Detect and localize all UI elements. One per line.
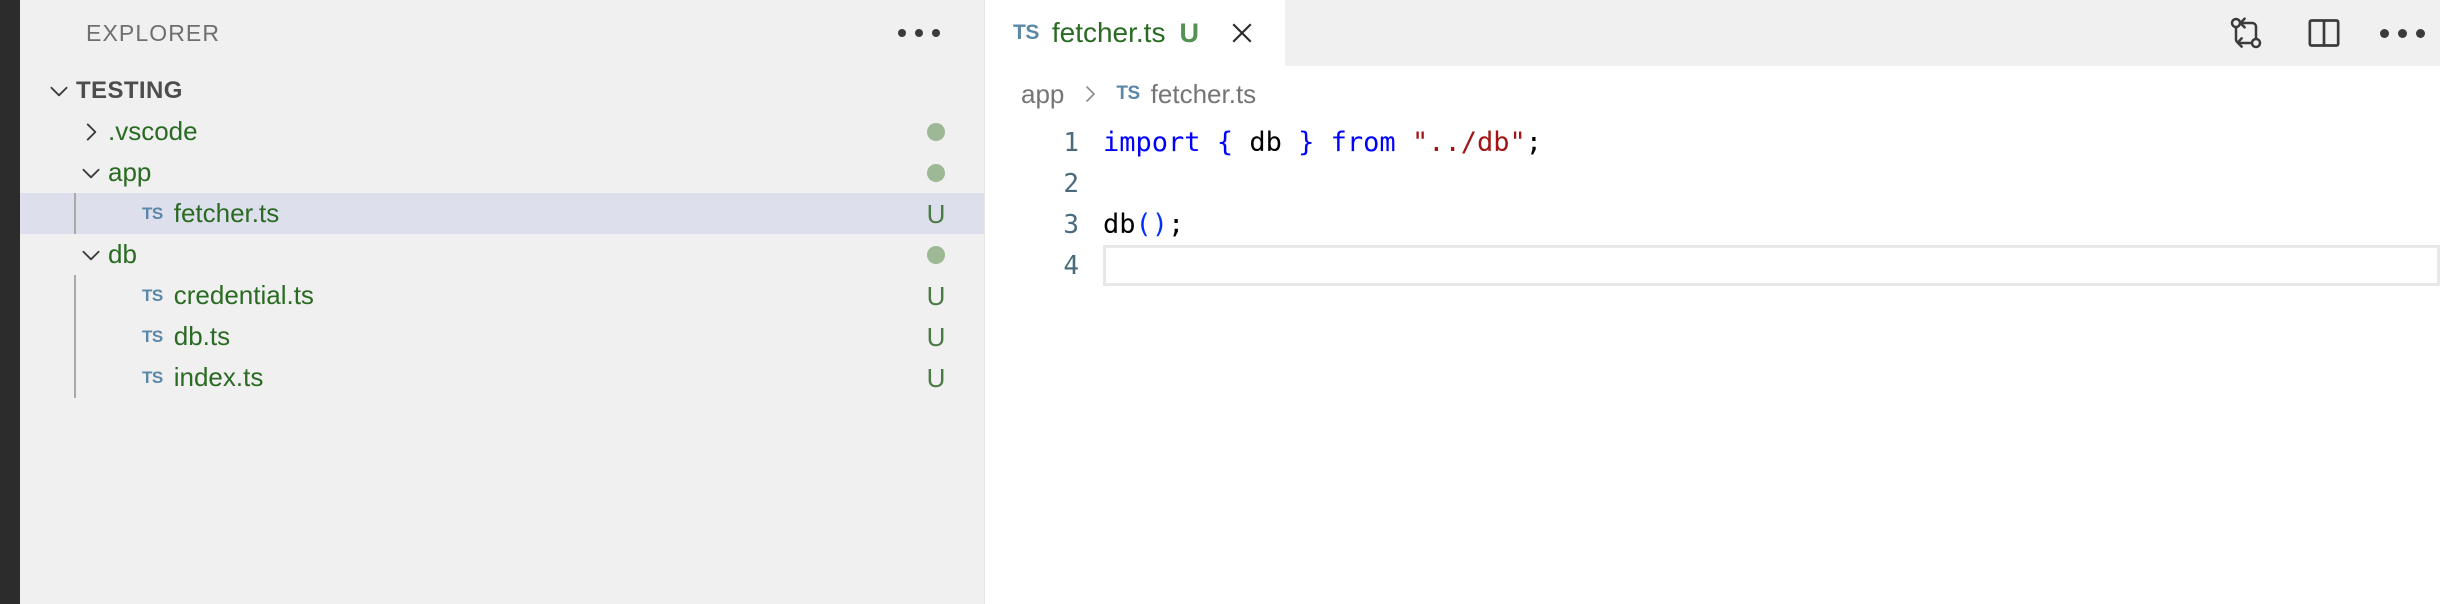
tab-label: fetcher.ts xyxy=(1051,17,1166,48)
close-icon[interactable] xyxy=(1225,16,1259,50)
code-line[interactable]: 2 xyxy=(985,163,2440,204)
tree-item-label: db xyxy=(108,239,137,269)
tree-item-label: credential.ts xyxy=(173,280,314,310)
typescript-file-icon: TS xyxy=(142,367,163,387)
tree-item-db[interactable]: db xyxy=(20,234,984,275)
typescript-file-icon: TS xyxy=(142,285,163,305)
code-token: import xyxy=(1103,127,1201,158)
code-line[interactable]: 4 xyxy=(985,245,2440,286)
typescript-file-icon: TS xyxy=(142,326,163,346)
code-line[interactable]: 1 import { db } from "../db"; xyxy=(985,122,2440,163)
code-token: db xyxy=(1249,127,1282,158)
untracked-badge-label: U xyxy=(926,321,946,352)
vscode-window: EXPLORER TESTING .vscode app TS fetcher.ts Ud… xyxy=(0,0,2440,604)
activity-bar[interactable] xyxy=(0,0,20,604)
tree-item-credential-ts[interactable]: TS credential.ts U xyxy=(20,275,984,316)
code-line[interactable]: 3 db(); xyxy=(985,204,2440,245)
git-status-badge: U xyxy=(918,283,954,309)
current-line-highlight xyxy=(1103,245,2440,286)
code-line-text: import { db } from "../db"; xyxy=(1103,127,2440,158)
untracked-badge-label: U xyxy=(926,362,946,393)
tree-item-fetcher-ts[interactable]: TS fetcher.ts U xyxy=(20,193,984,234)
file-tree: TESTING .vscode app TS fetcher.ts Udb TS creden… xyxy=(20,66,984,398)
typescript-file-icon: TS xyxy=(142,203,163,223)
chevron-down-icon[interactable] xyxy=(74,160,108,186)
typescript-file-icon: TS xyxy=(1116,83,1140,104)
more-actions-icon[interactable] xyxy=(2378,9,2426,57)
code-token: () xyxy=(1135,209,1169,240)
indent-guide xyxy=(74,316,76,357)
tree-item-label: index.ts xyxy=(173,362,264,392)
explorer-more-actions-icon[interactable] xyxy=(890,15,948,51)
tree-item-label: fetcher.ts xyxy=(173,198,280,228)
untracked-badge-label: U xyxy=(926,280,946,311)
explorer-title: EXPLORER xyxy=(86,19,221,46)
code-token: { xyxy=(1216,127,1234,158)
code-editor[interactable]: 1 import { db } from "../db"; 2 3 db(); 4 xyxy=(985,122,2440,604)
tree-item-index-ts[interactable]: TS index.ts U xyxy=(20,357,984,398)
open-changes-icon[interactable] xyxy=(2222,9,2270,57)
code-token: ; xyxy=(1525,127,1543,158)
editor-toolbar xyxy=(2222,0,2440,66)
breadcrumb: app TS fetcher.ts xyxy=(985,66,2440,122)
modified-dot-icon xyxy=(927,122,945,141)
code-token: "../db" xyxy=(1411,127,1526,158)
typescript-file-icon: TS xyxy=(1013,21,1039,44)
git-status-badge: U xyxy=(918,324,954,350)
explorer-sidebar: EXPLORER TESTING .vscode app TS fetcher.ts Ud… xyxy=(20,0,985,604)
modified-dot-icon xyxy=(927,245,945,264)
editor-tabs-bar: TS fetcher.ts U xyxy=(985,0,2440,66)
tree-item-label: app xyxy=(108,157,152,187)
chevron-down-icon[interactable] xyxy=(74,242,108,268)
modified-dot-icon xyxy=(927,163,945,182)
tree-item--vscode[interactable]: .vscode xyxy=(20,111,984,152)
chevron-right-icon xyxy=(1078,82,1102,106)
git-status-badge xyxy=(918,245,954,264)
breadcrumb-folder[interactable]: app xyxy=(1021,79,1064,110)
git-status-badge xyxy=(918,163,954,182)
code-token: from xyxy=(1330,127,1396,158)
indent-guide xyxy=(74,275,76,316)
code-token: db xyxy=(1103,209,1136,240)
tree-item-testing[interactable]: TESTING xyxy=(20,70,984,111)
line-number: 4 xyxy=(1063,250,1079,281)
git-status-badge xyxy=(918,122,954,141)
breadcrumb-file[interactable]: TS fetcher.ts xyxy=(1116,79,1256,110)
tree-item-label: TESTING xyxy=(76,76,183,104)
line-number: 1 xyxy=(1063,127,1079,158)
git-status-badge: U xyxy=(918,201,954,227)
explorer-header: EXPLORER xyxy=(20,0,984,66)
tree-item-label: db.ts xyxy=(173,321,231,351)
line-number: 3 xyxy=(1063,209,1079,240)
tree-item-db-ts[interactable]: TS db.ts U xyxy=(20,316,984,357)
split-editor-icon[interactable] xyxy=(2300,9,2348,57)
breadcrumb-file-label: fetcher.ts xyxy=(1150,78,1257,109)
tab-git-status-badge: U xyxy=(1179,17,1199,48)
line-number: 2 xyxy=(1063,168,1079,199)
untracked-badge-label: U xyxy=(926,198,946,229)
indent-guide xyxy=(74,357,76,398)
chevron-down-icon[interactable] xyxy=(42,78,76,104)
tree-item-label: .vscode xyxy=(108,116,198,146)
code-token: } xyxy=(1298,127,1315,158)
indent-guide xyxy=(74,193,76,234)
chevron-right-icon[interactable] xyxy=(74,119,108,145)
code-line-text: db(); xyxy=(1103,209,2440,240)
editor-area: TS fetcher.ts U app TS fetcher.ts 1 impo… xyxy=(985,0,2440,604)
code-token: ; xyxy=(1168,209,1185,240)
git-status-badge: U xyxy=(918,365,954,391)
tab-fetcher-ts[interactable]: TS fetcher.ts U xyxy=(985,0,1285,66)
tree-item-app[interactable]: app xyxy=(20,152,984,193)
